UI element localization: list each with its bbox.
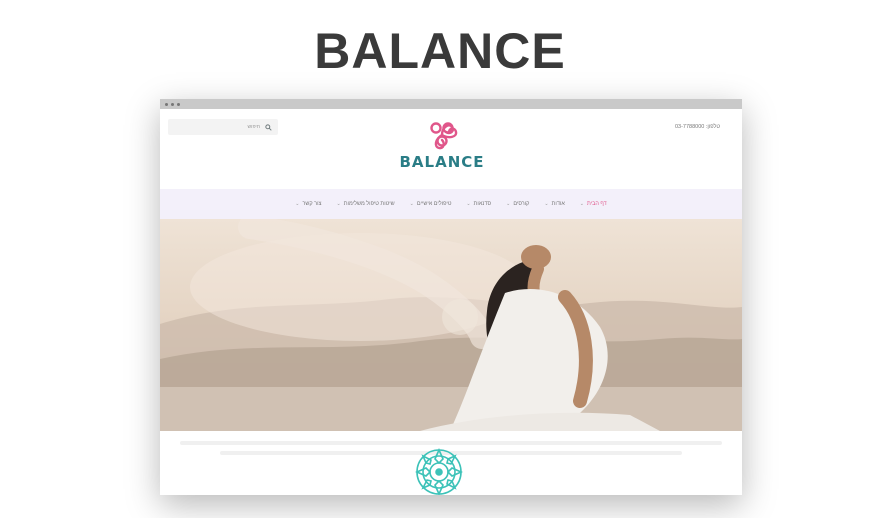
browser-window: חיפוש BALANCE 03-7788000 :טלפון ⌄ צור קש… — [160, 99, 742, 495]
triskele-icon — [430, 122, 458, 150]
chevron-down-icon: ⌄ — [506, 201, 511, 207]
main-nav: ⌄ צור קשר ⌄ שיטות טיפול משלימות ⌄ טיפולים איש… — [160, 189, 742, 219]
window-dot-icon — [165, 102, 168, 106]
chevron-down-icon: ⌄ — [466, 201, 471, 207]
window-dot-icon — [177, 102, 180, 106]
nav-item-label: טיפולים אישיים — [416, 201, 452, 207]
nav-item-label: קורסים — [513, 201, 530, 207]
nav-item-label: שיטות טיפול משלימות — [343, 201, 395, 207]
nav-item[interactable]: ⌄ אודות — [544, 201, 564, 207]
nav-item[interactable]: ⌄ צור קשר — [295, 201, 321, 207]
text-line — [180, 441, 722, 445]
search-placeholder: חיפוש — [247, 124, 261, 130]
chevron-down-icon: ⌄ — [336, 201, 341, 207]
nav-item[interactable]: ⌄ טיפולים אישיים — [410, 201, 452, 207]
site-header: חיפוש BALANCE 03-7788000 :טלפון — [160, 109, 742, 189]
search-input[interactable]: חיפוש — [168, 119, 278, 135]
nav-item-label: אודות — [551, 201, 565, 207]
search-icon[interactable] — [265, 123, 272, 131]
phone-number: 03-7788000 :טלפון — [674, 124, 720, 130]
chevron-down-icon: ⌄ — [295, 201, 300, 207]
content-section — [160, 431, 742, 495]
nav-item[interactable]: ⌄ דף הבית — [580, 201, 607, 207]
window-dot-icon — [171, 102, 174, 106]
nav-item[interactable]: ⌄ סדנאות — [466, 201, 491, 207]
page-heading: BALANCE — [314, 23, 566, 79]
site-logo[interactable]: BALANCE — [397, 115, 487, 171]
chevron-down-icon: ⌄ — [579, 201, 584, 207]
chevron-down-icon: ⌄ — [544, 201, 549, 207]
hero-image — [160, 219, 742, 431]
chevron-down-icon: ⌄ — [409, 201, 414, 207]
browser-toolbar — [160, 99, 742, 109]
yoga-hero-illustration — [160, 219, 742, 431]
nav-item[interactable]: ⌄ קורסים — [506, 201, 529, 207]
nav-item-label: דף הבית — [587, 201, 607, 207]
nav-item[interactable]: ⌄ שיטות טיפול משלימות — [337, 201, 395, 207]
mandala-icon — [415, 448, 463, 495]
logo-text: BALANCE — [399, 153, 485, 171]
nav-item-label: צור קשר — [302, 201, 322, 207]
nav-item-label: סדנאות — [473, 201, 492, 207]
